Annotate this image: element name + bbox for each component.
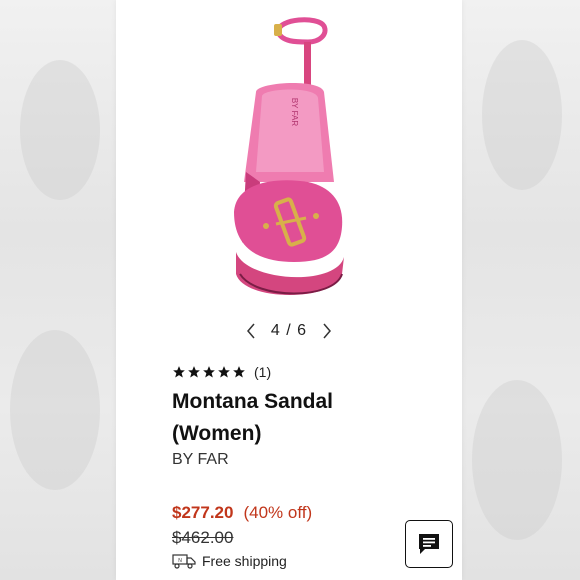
insole-logo: BY FAR — [290, 98, 299, 127]
star-icon — [188, 366, 200, 378]
background-blur — [482, 40, 562, 190]
star-icon — [233, 366, 245, 378]
chevron-right-icon[interactable] — [321, 322, 333, 340]
chat-button[interactable] — [405, 520, 453, 568]
product-title: Montana Sandal (Women) — [172, 390, 334, 445]
strap-buckle — [274, 24, 282, 36]
background-right — [462, 0, 580, 580]
shipping-info: N Free shipping — [172, 553, 287, 569]
shipping-label: Free shipping — [202, 553, 287, 569]
background-blur — [472, 380, 562, 540]
star-rating — [172, 365, 246, 379]
background-left — [0, 0, 116, 580]
rating[interactable]: (1) — [172, 362, 271, 382]
truck-icon: N — [172, 554, 196, 569]
svg-text:N: N — [178, 558, 182, 564]
price-row: $277.20 (40% off) — [172, 503, 312, 523]
product-card: BY FAR 4 / 6 (1) Montana Sandal (Women) … — [116, 0, 462, 580]
star-icon — [203, 366, 215, 378]
image-counter: 4 / 6 — [270, 322, 308, 339]
background-blur — [10, 330, 100, 490]
back-strap — [304, 42, 311, 86]
image-carousel-controls: 4 / 6 — [116, 318, 462, 344]
chat-icon — [419, 534, 439, 554]
product-image[interactable]: BY FAR — [216, 12, 366, 312]
ankle-strap — [275, 17, 328, 45]
star-icon — [218, 366, 230, 378]
chevron-left-icon[interactable] — [245, 322, 257, 340]
background-blur — [20, 60, 100, 200]
sale-price: $277.20 — [172, 503, 234, 522]
original-price: $462.00 — [172, 528, 234, 547]
review-count[interactable]: (1) — [254, 364, 271, 380]
star-icon — [173, 366, 185, 378]
brand-name[interactable]: BY FAR — [172, 451, 229, 469]
discount-label: (40% off) — [243, 503, 313, 522]
